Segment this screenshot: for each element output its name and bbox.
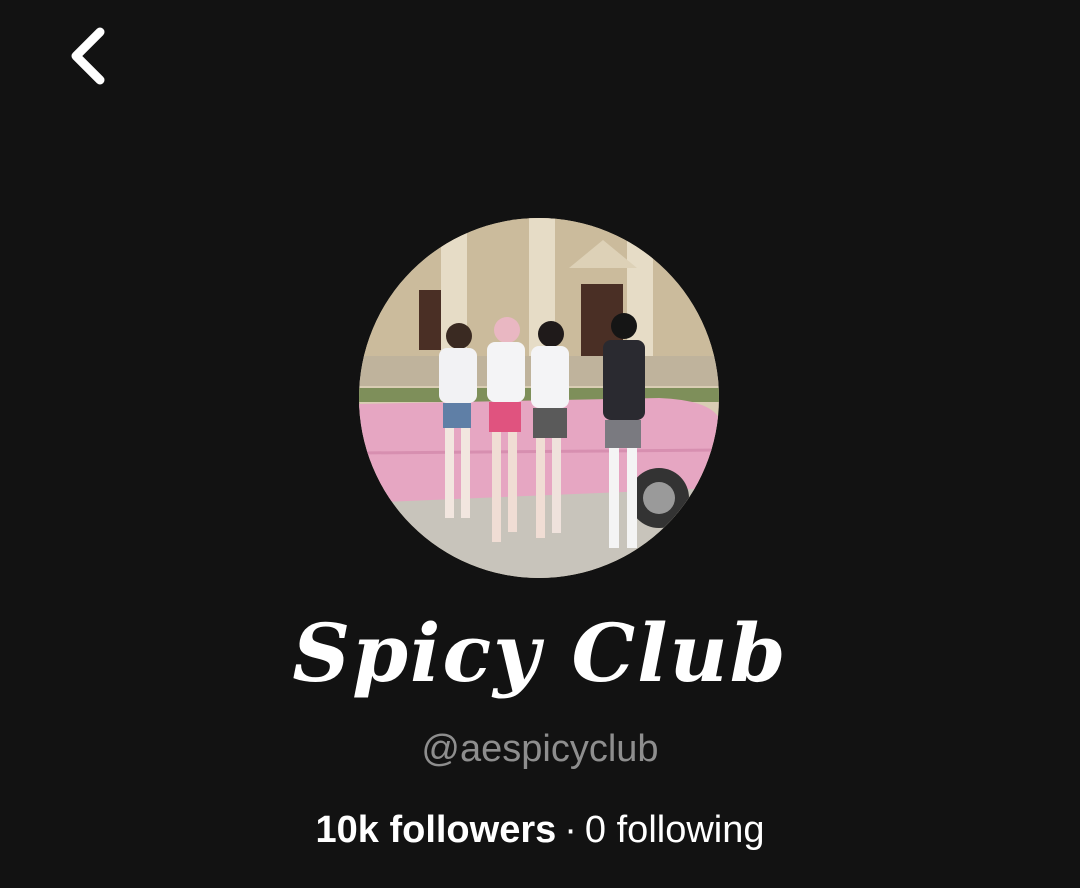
profile-stats: 10k followers · 0 following (0, 808, 1080, 854)
following-label: following (616, 809, 765, 851)
followers-link[interactable]: 10k followers (315, 809, 556, 851)
chevron-left-icon (66, 24, 110, 88)
avatar[interactable] (359, 218, 719, 578)
profile-handle: @aespicyclub (421, 728, 659, 770)
display-name: Spicy Club (292, 606, 788, 700)
following-link[interactable]: 0 following (585, 809, 765, 851)
following-count: 0 (584, 809, 607, 851)
stats-separator: · (564, 809, 577, 851)
avatar-image (359, 218, 719, 578)
followers-label: followers (389, 809, 557, 851)
followers-count: 10k (315, 809, 379, 851)
back-button[interactable] (52, 18, 124, 94)
